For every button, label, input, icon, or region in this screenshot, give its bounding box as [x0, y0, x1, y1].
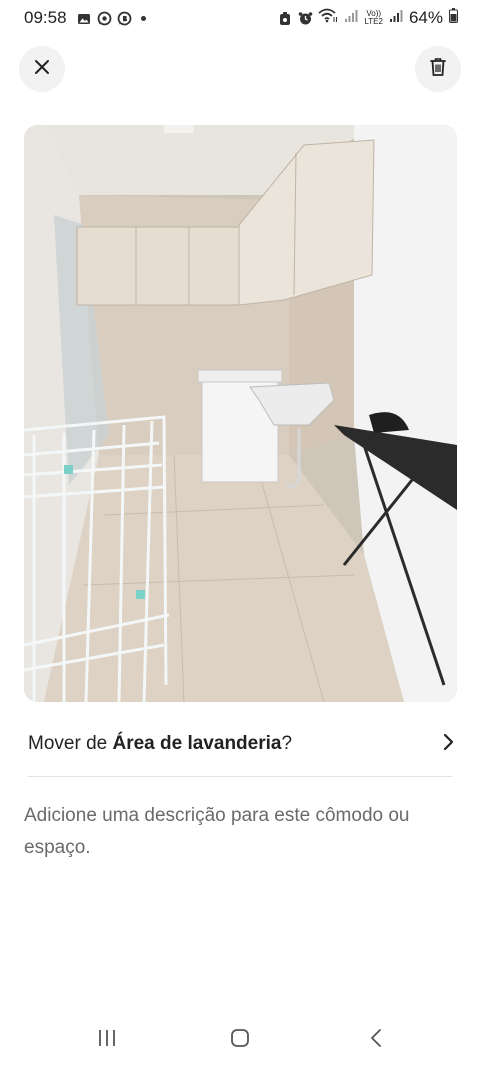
home-icon: [230, 1028, 250, 1053]
divider: [28, 776, 452, 777]
system-nav-bar: [0, 1010, 480, 1067]
wifi-icon: [318, 8, 338, 28]
status-bar: 09:58 Vo)) LTE2 64%: [0, 0, 480, 36]
notification-dot: [140, 15, 146, 21]
trash-icon: [429, 57, 447, 82]
alarm-icon: [278, 11, 292, 25]
move-room-text: Mover de Área de lavanderia?: [28, 733, 293, 754]
volte-icon: Vo)) LTE2: [364, 9, 383, 26]
whatsapp-business-icon: [117, 11, 131, 26]
room-name: Área de lavanderia: [112, 733, 282, 754]
battery-percent: 64%: [408, 8, 443, 27]
battery-icon: [449, 8, 458, 28]
laundry-room-photo[interactable]: [24, 125, 457, 702]
back-button[interactable]: [356, 1026, 396, 1054]
signal-strength-icon: [389, 8, 403, 28]
alarm-clock-icon: [298, 11, 313, 25]
delete-button[interactable]: [415, 46, 461, 92]
status-time: 09:58: [24, 8, 67, 27]
gallery-icon: [77, 11, 91, 25]
chevron-right-icon: [442, 733, 454, 756]
signal-icon: [344, 8, 358, 28]
whatsapp-icon: [97, 11, 111, 26]
home-button[interactable]: [220, 1026, 260, 1054]
description-input[interactable]: Adicione uma descrição para este cômodo …: [24, 800, 464, 864]
move-room-row[interactable]: Mover de Área de lavanderia?: [28, 728, 454, 760]
recents-icon: [97, 1029, 117, 1052]
close-button[interactable]: [19, 46, 65, 92]
close-icon: [34, 59, 50, 80]
back-icon: [370, 1028, 382, 1053]
recents-button[interactable]: [87, 1026, 127, 1054]
